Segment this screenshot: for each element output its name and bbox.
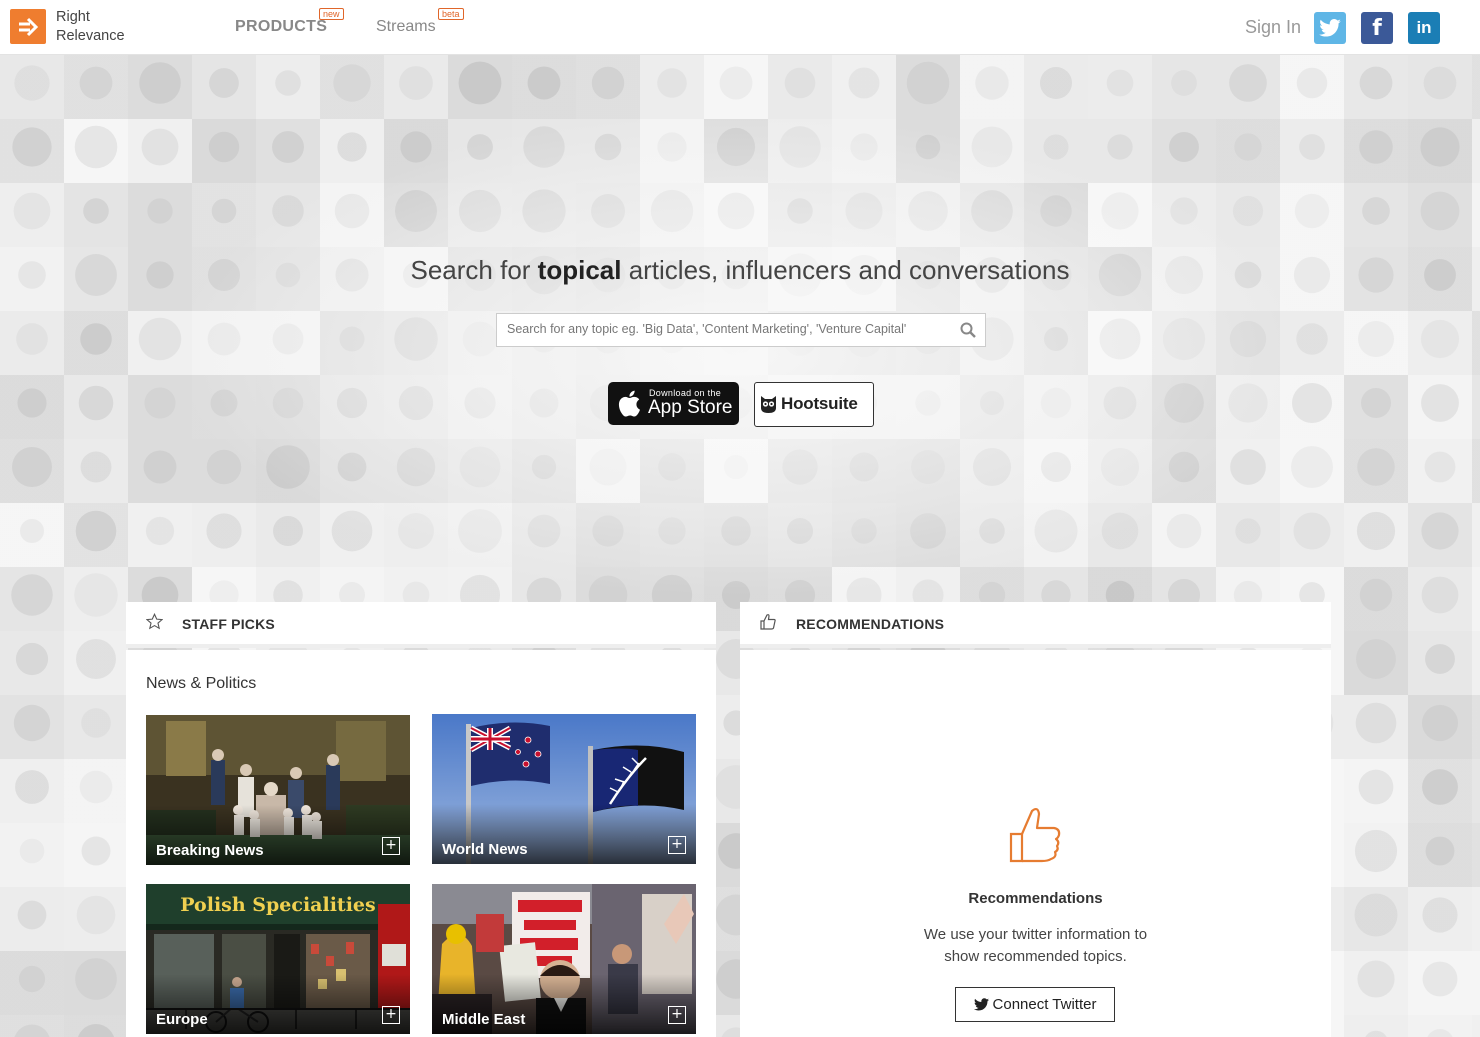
add-topic-icon[interactable]: + bbox=[382, 1006, 400, 1024]
linkedin-icon[interactable]: in bbox=[1408, 12, 1440, 44]
headline-bold: topical bbox=[537, 255, 622, 285]
topic-card-middle-east[interactable]: Middle East + bbox=[432, 884, 696, 1034]
connect-twitter-label: Connect Twitter bbox=[992, 996, 1097, 1013]
star-icon bbox=[146, 613, 163, 630]
logo-wordmark[interactable]: Right Relevance bbox=[56, 8, 125, 46]
search-input[interactable] bbox=[497, 314, 957, 344]
sign-in-link[interactable]: Sign In bbox=[1245, 17, 1301, 38]
hootsuite-button[interactable]: Hootsuite bbox=[754, 382, 874, 427]
staff-picks-title: STAFF PICKS bbox=[182, 616, 275, 632]
staff-picks-header: STAFF PICKS bbox=[126, 602, 716, 648]
staff-picks-panel: News & Politics Breaking News + World Ne… bbox=[126, 650, 716, 1037]
card-label: Breaking News bbox=[156, 842, 264, 859]
hero-headline: Search for topical articles, influencers… bbox=[0, 255, 1480, 286]
card-label: Europe bbox=[156, 1011, 208, 1028]
nav-products[interactable]: PRODUCTS new bbox=[235, 8, 344, 36]
topic-card-breaking-news[interactable]: Breaking News + bbox=[146, 715, 410, 865]
shop-sign-text: Polish Specialities bbox=[180, 894, 375, 916]
thumbs-up-icon bbox=[1009, 807, 1061, 863]
thumbs-up-icon bbox=[760, 614, 776, 630]
twitter-bird-icon bbox=[973, 998, 989, 1011]
logo-icon[interactable] bbox=[10, 9, 46, 44]
headline-suffix: articles, influencers and conversations bbox=[621, 255, 1070, 285]
card-label: World News bbox=[442, 841, 528, 858]
logo-line-2: Relevance bbox=[56, 28, 125, 44]
app-store-big-label: App Store bbox=[648, 397, 733, 418]
section-title-news-politics: News & Politics bbox=[146, 675, 257, 692]
search-icon[interactable] bbox=[960, 322, 976, 338]
add-topic-icon[interactable]: + bbox=[668, 1006, 686, 1024]
recommendations-heading: Recommendations bbox=[968, 890, 1103, 907]
recommendations-header: RECOMMENDATIONS bbox=[740, 602, 1331, 648]
hootsuite-label: Hootsuite bbox=[781, 394, 858, 413]
recommendations-description: We use your twitter information to show … bbox=[923, 926, 1148, 965]
nav-streams-label: Streams bbox=[376, 18, 436, 35]
facebook-icon[interactable]: f bbox=[1361, 12, 1393, 44]
add-topic-icon[interactable]: + bbox=[668, 836, 686, 854]
apple-icon bbox=[618, 390, 640, 417]
topic-card-world-news[interactable]: World News + bbox=[432, 714, 696, 864]
app-store-button[interactable]: Download on the App Store bbox=[608, 382, 739, 425]
twitter-icon[interactable] bbox=[1314, 12, 1346, 44]
topic-card-europe[interactable]: Polish Specialities Europe + bbox=[146, 884, 410, 1034]
beta-badge: beta bbox=[438, 8, 464, 20]
nav-streams[interactable]: Streams beta bbox=[376, 8, 464, 36]
recommendations-title: RECOMMENDATIONS bbox=[796, 616, 945, 632]
add-topic-icon[interactable]: + bbox=[382, 837, 400, 855]
logo-line-1: Right bbox=[56, 9, 90, 25]
connect-twitter-button[interactable]: Connect Twitter bbox=[955, 987, 1115, 1022]
search-box bbox=[496, 313, 986, 347]
nav-products-label: PRODUCTS bbox=[235, 18, 328, 35]
hootsuite-owl-icon bbox=[761, 396, 776, 413]
card-label: Middle East bbox=[442, 1011, 526, 1028]
recommendations-panel: Recommendations We use your twitter info… bbox=[740, 650, 1331, 1037]
new-badge: new bbox=[319, 8, 344, 20]
top-header: Right Relevance PRODUCTS new Streams bet… bbox=[0, 0, 1480, 55]
headline-prefix: Search for bbox=[410, 255, 538, 285]
